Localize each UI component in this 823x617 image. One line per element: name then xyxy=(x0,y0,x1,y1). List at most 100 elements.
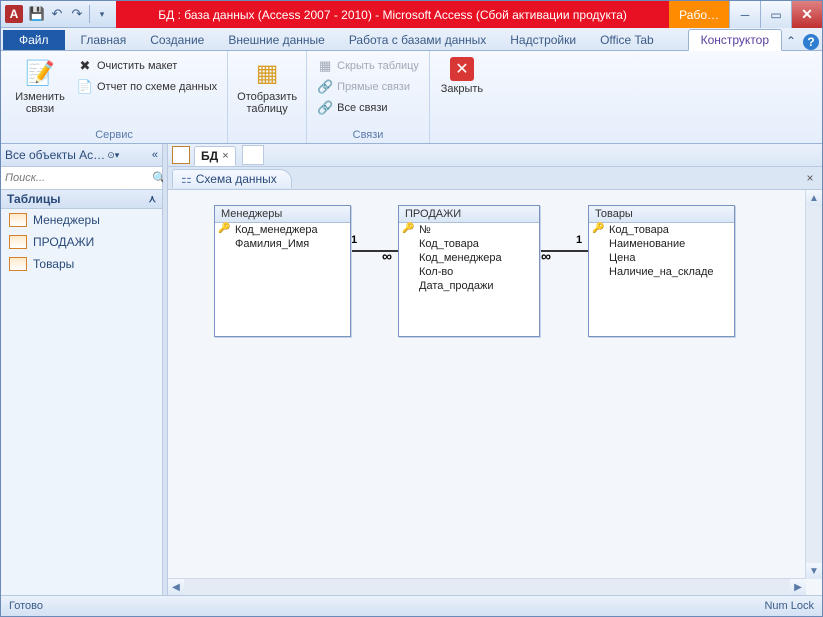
nav-section-label: Таблицы xyxy=(7,192,60,206)
tab-file[interactable]: Файл xyxy=(3,30,65,50)
show-table-label: Отобразить таблицу xyxy=(237,91,297,115)
ribbon: 📝 Изменить связи ✖ Очистить макет 📄 Отче… xyxy=(1,51,822,144)
nav-header[interactable]: Все объекты Ac… ⊙▾ « xyxy=(1,144,162,167)
table-field[interactable]: Кол-во xyxy=(399,265,539,279)
redo-icon[interactable]: ↷ xyxy=(67,4,87,24)
quick-access-toolbar: A 💾 ↶ ↷ ▾ xyxy=(1,1,116,28)
hide-table-icon: ▦ xyxy=(317,58,333,74)
title-bar: A 💾 ↶ ↷ ▾ БД : база данных (Access 2007 … xyxy=(1,1,822,28)
tab-external[interactable]: Внешние данные xyxy=(216,30,337,50)
horizontal-scrollbar[interactable]: ◀ ▶ xyxy=(168,578,806,595)
table-header[interactable]: ПРОДАЖИ xyxy=(399,206,539,223)
table-field[interactable]: Дата_продажи xyxy=(399,279,539,293)
show-table-button[interactable]: ▦ Отобразить таблицу xyxy=(234,53,300,115)
direct-relations-label: Прямые связи xyxy=(337,81,410,93)
table-field[interactable]: № xyxy=(399,223,539,237)
schema-table-managers[interactable]: Менеджеры Код_менеджера Фамилия_Имя xyxy=(214,205,351,337)
status-numlock: Num Lock xyxy=(764,600,814,612)
context-tab-header: Рабо… xyxy=(669,1,729,28)
table-header[interactable]: Товары xyxy=(589,206,734,223)
close-relations-label: Закрыть xyxy=(441,83,483,95)
table-field[interactable]: Код_товара xyxy=(589,223,734,237)
group-label-empty xyxy=(234,128,300,143)
all-relations-icon: 🔗 xyxy=(317,100,333,116)
undo-icon[interactable]: ↶ xyxy=(47,4,67,24)
ribbon-collapse-icon[interactable]: ⌃ xyxy=(782,32,800,50)
content-area: Все объекты Ac… ⊙▾ « 🔍 Таблицы ⋏ Менедже… xyxy=(1,144,822,595)
relation-many-label: ∞ xyxy=(382,248,392,264)
table-field[interactable]: Код_менеджера xyxy=(399,251,539,265)
nav-item-managers[interactable]: Менеджеры xyxy=(1,209,162,231)
tab-addins[interactable]: Надстройки xyxy=(498,30,588,50)
app-icon[interactable]: A xyxy=(5,5,23,23)
tab-create[interactable]: Создание xyxy=(138,30,216,50)
tab-constructor[interactable]: Конструктор xyxy=(688,29,782,51)
ribbon-group-show: ▦ Отобразить таблицу xyxy=(228,51,307,143)
tab-officetab[interactable]: Office Tab xyxy=(588,30,666,50)
schema-table-goods[interactable]: Товары Код_товара Наименование Цена Нали… xyxy=(588,205,735,337)
schema-canvas[interactable]: 1 ∞ ∞ 1 Менеджеры Код_менеджера Фамилия_… xyxy=(168,190,822,595)
close-relations-button[interactable]: ✕ Закрыть xyxy=(436,53,488,95)
tab-home[interactable]: Главная xyxy=(69,30,139,50)
window-controls: ─ ▭ ✕ xyxy=(729,1,822,28)
nav-item-sales[interactable]: ПРОДАЖИ xyxy=(1,231,162,253)
scroll-right-icon[interactable]: ▶ xyxy=(790,579,806,595)
hide-table-button[interactable]: ▦ Скрыть таблицу xyxy=(313,57,423,75)
nav-item-label: Товары xyxy=(33,257,74,271)
ribbon-group-service: 📝 Изменить связи ✖ Очистить макет 📄 Отче… xyxy=(1,51,228,143)
table-field[interactable]: Наименование xyxy=(589,237,734,251)
schema-tab-bar: ⚏ Схема данных × xyxy=(168,167,822,190)
minimize-button[interactable]: ─ xyxy=(729,1,760,28)
table-field[interactable]: Цена xyxy=(589,251,734,265)
all-relations-label: Все связи xyxy=(337,102,387,114)
scroll-left-icon[interactable]: ◀ xyxy=(168,579,184,595)
nav-search-row: 🔍 xyxy=(1,167,162,190)
scroll-up-icon[interactable]: ▲ xyxy=(806,190,822,206)
help-icon[interactable]: ? xyxy=(803,34,819,50)
maximize-button[interactable]: ▭ xyxy=(760,1,791,28)
table-icon xyxy=(9,257,27,271)
nav-header-label: Все объекты Ac… xyxy=(5,148,105,162)
nav-section-tables[interactable]: Таблицы ⋏ xyxy=(1,190,162,209)
schema-table-sales[interactable]: ПРОДАЖИ № Код_товара Код_менеджера Кол-в… xyxy=(398,205,540,337)
schema-report-button[interactable]: 📄 Отчет по схеме данных xyxy=(73,78,221,96)
edit-relations-button[interactable]: 📝 Изменить связи xyxy=(7,53,73,115)
navigation-pane: Все объекты Ac… ⊙▾ « 🔍 Таблицы ⋏ Менедже… xyxy=(1,144,163,595)
doc-tab-label: БД xyxy=(201,149,218,163)
table-field[interactable]: Код_менеджера xyxy=(215,223,350,237)
table-icon xyxy=(9,213,27,227)
group-label-relations: Связи xyxy=(313,128,423,143)
schema-close-icon[interactable]: × xyxy=(802,170,818,186)
nav-dropdown-icon[interactable]: ⊙▾ xyxy=(107,150,119,161)
schema-tab[interactable]: ⚏ Схема данных xyxy=(172,169,292,188)
doc-tab-new[interactable] xyxy=(242,145,264,165)
table-field[interactable]: Код_товара xyxy=(399,237,539,251)
all-relations-button[interactable]: 🔗 Все связи xyxy=(313,99,423,117)
doc-tab-close-icon[interactable]: × xyxy=(222,150,228,162)
search-input[interactable] xyxy=(1,167,152,189)
status-ready: Готово xyxy=(9,600,43,612)
tab-database[interactable]: Работа с базами данных xyxy=(337,30,498,50)
nav-item-goods[interactable]: Товары xyxy=(1,253,162,275)
close-button[interactable]: ✕ xyxy=(791,1,822,28)
vertical-scrollbar[interactable]: ▲ ▼ xyxy=(805,190,822,579)
direct-relations-button[interactable]: 🔗 Прямые связи xyxy=(313,78,423,96)
nav-collapse-icon[interactable]: « xyxy=(152,149,158,161)
table-icon xyxy=(9,235,27,249)
table-field[interactable]: Наличие_на_складе xyxy=(589,265,734,279)
close-x-icon: ✕ xyxy=(450,57,474,81)
clear-layout-button[interactable]: ✖ Очистить макет xyxy=(73,57,221,75)
edit-relations-label: Изменить связи xyxy=(15,91,65,115)
scroll-down-icon[interactable]: ▼ xyxy=(806,563,822,579)
report-icon: 📄 xyxy=(77,79,93,95)
section-collapse-icon[interactable]: ⋏ xyxy=(149,194,156,205)
table-header[interactable]: Менеджеры xyxy=(215,206,350,223)
save-icon[interactable]: 💾 xyxy=(27,4,47,24)
qat-customize-icon[interactable]: ▾ xyxy=(92,4,112,24)
ribbon-group-relations: ▦ Скрыть таблицу 🔗 Прямые связи 🔗 Все св… xyxy=(307,51,430,143)
document-tab-bar: БД × xyxy=(168,144,822,167)
doc-tab-bd[interactable]: БД × xyxy=(194,146,236,166)
table-field[interactable]: Фамилия_Имя xyxy=(215,237,350,251)
relation-one-label: 1 xyxy=(351,234,357,246)
document-area: БД × ⚏ Схема данных × 1 ∞ ∞ 1 xyxy=(168,144,822,595)
